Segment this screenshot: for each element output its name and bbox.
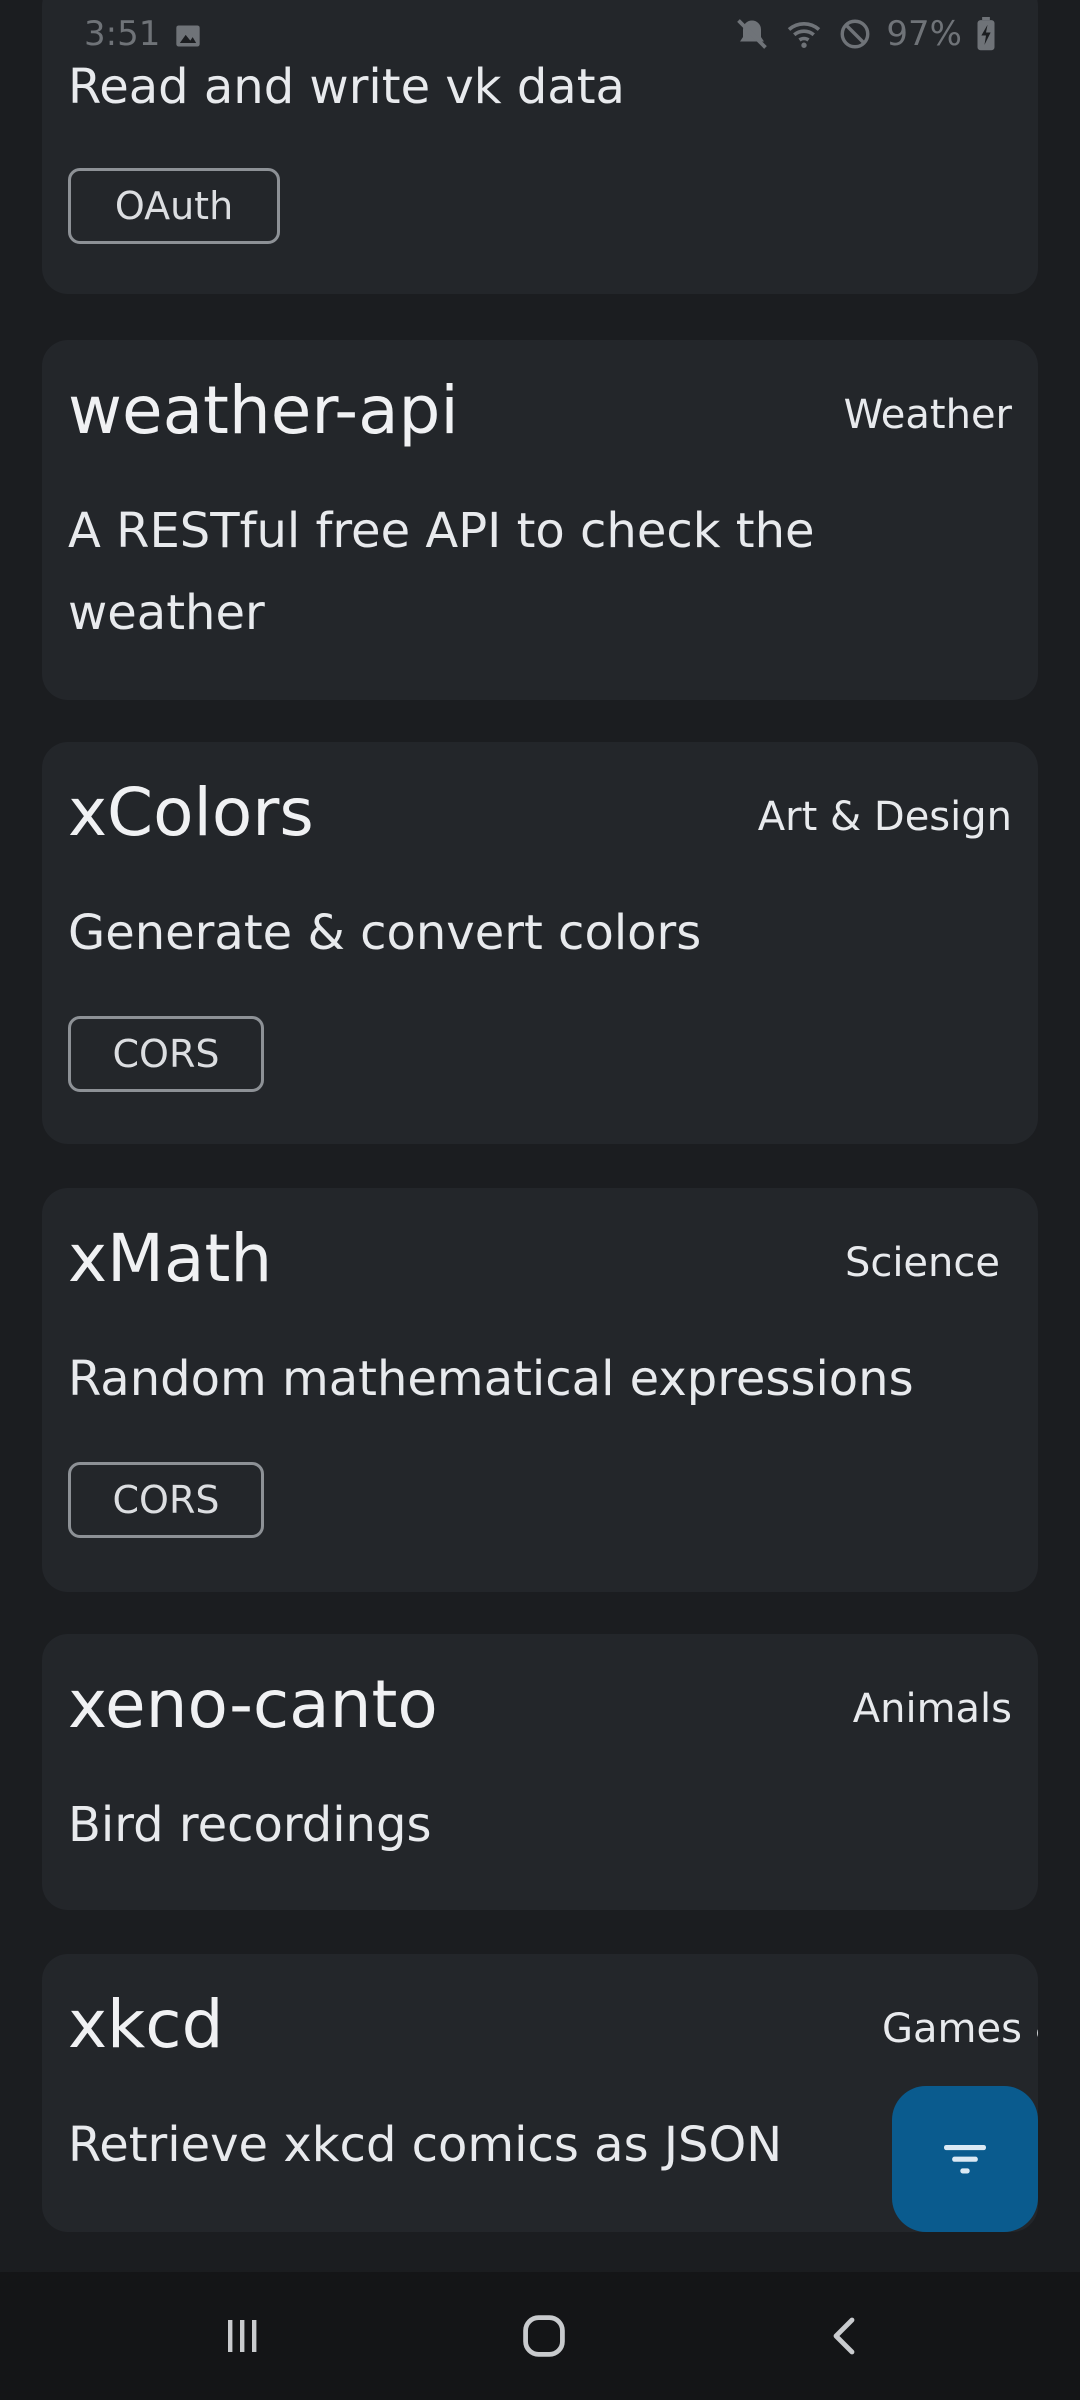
api-auth-tag: OAuth — [68, 168, 280, 244]
api-cors-tag: CORS — [68, 1462, 264, 1538]
recent-apps-button[interactable] — [212, 2306, 272, 2366]
status-time: 3:51 — [84, 14, 161, 54]
api-name: xeno-canto — [68, 1666, 438, 1743]
api-card[interactable]: xMath Science Random mathematical expres… — [42, 1188, 1038, 1592]
recent-apps-icon — [228, 2320, 257, 2352]
home-icon — [523, 2315, 565, 2357]
mute-icon — [737, 19, 768, 49]
api-description: A RESTful free API to check the weather — [68, 503, 815, 641]
filter-icon — [944, 2145, 986, 2174]
api-description: Retrieve xkcd comics as JSON — [68, 2117, 783, 2173]
api-category: Animals — [852, 1686, 1012, 1732]
wifi-icon — [788, 22, 821, 48]
api-card[interactable]: xColors Art & Design Generate & convert … — [42, 742, 1038, 1144]
status-bar: 3:51 97% — [0, 0, 1080, 72]
api-name: xMath — [68, 1220, 273, 1297]
api-card[interactable]: xkcd Games & Retrieve xkcd comics as JSO… — [42, 1954, 1038, 2232]
api-description: Bird recordings — [68, 1797, 432, 1853]
navigation-bar — [0, 2272, 1080, 2400]
api-card[interactable]: xeno-canto Animals Bird recordings — [42, 1634, 1038, 1910]
api-name: xColors — [68, 774, 314, 851]
api-category: Art & Design — [757, 794, 1012, 840]
back-icon — [833, 2317, 855, 2355]
api-cors-tag: CORS — [68, 1016, 264, 1092]
api-description: Generate & convert colors — [68, 905, 702, 961]
status-icons: 97% — [734, 14, 996, 54]
battery-percent: 97% — [886, 14, 962, 54]
api-category: Science — [844, 1240, 1000, 1286]
api-description: Random mathematical expressions — [68, 1351, 914, 1407]
battery-charging-icon — [977, 17, 995, 51]
api-name: weather-api — [68, 372, 459, 449]
api-name: xkcd — [68, 1986, 224, 2063]
api-category: Games & — [882, 2006, 1038, 2052]
api-card[interactable]: weather-api Weather A RESTful free API t… — [42, 340, 1038, 700]
image-icon — [176, 25, 200, 47]
filter-button[interactable] — [892, 2086, 1038, 2232]
back-button[interactable] — [816, 2306, 876, 2366]
api-category: Weather — [843, 392, 1012, 438]
dnd-icon — [840, 19, 870, 49]
home-button[interactable] — [514, 2306, 574, 2366]
